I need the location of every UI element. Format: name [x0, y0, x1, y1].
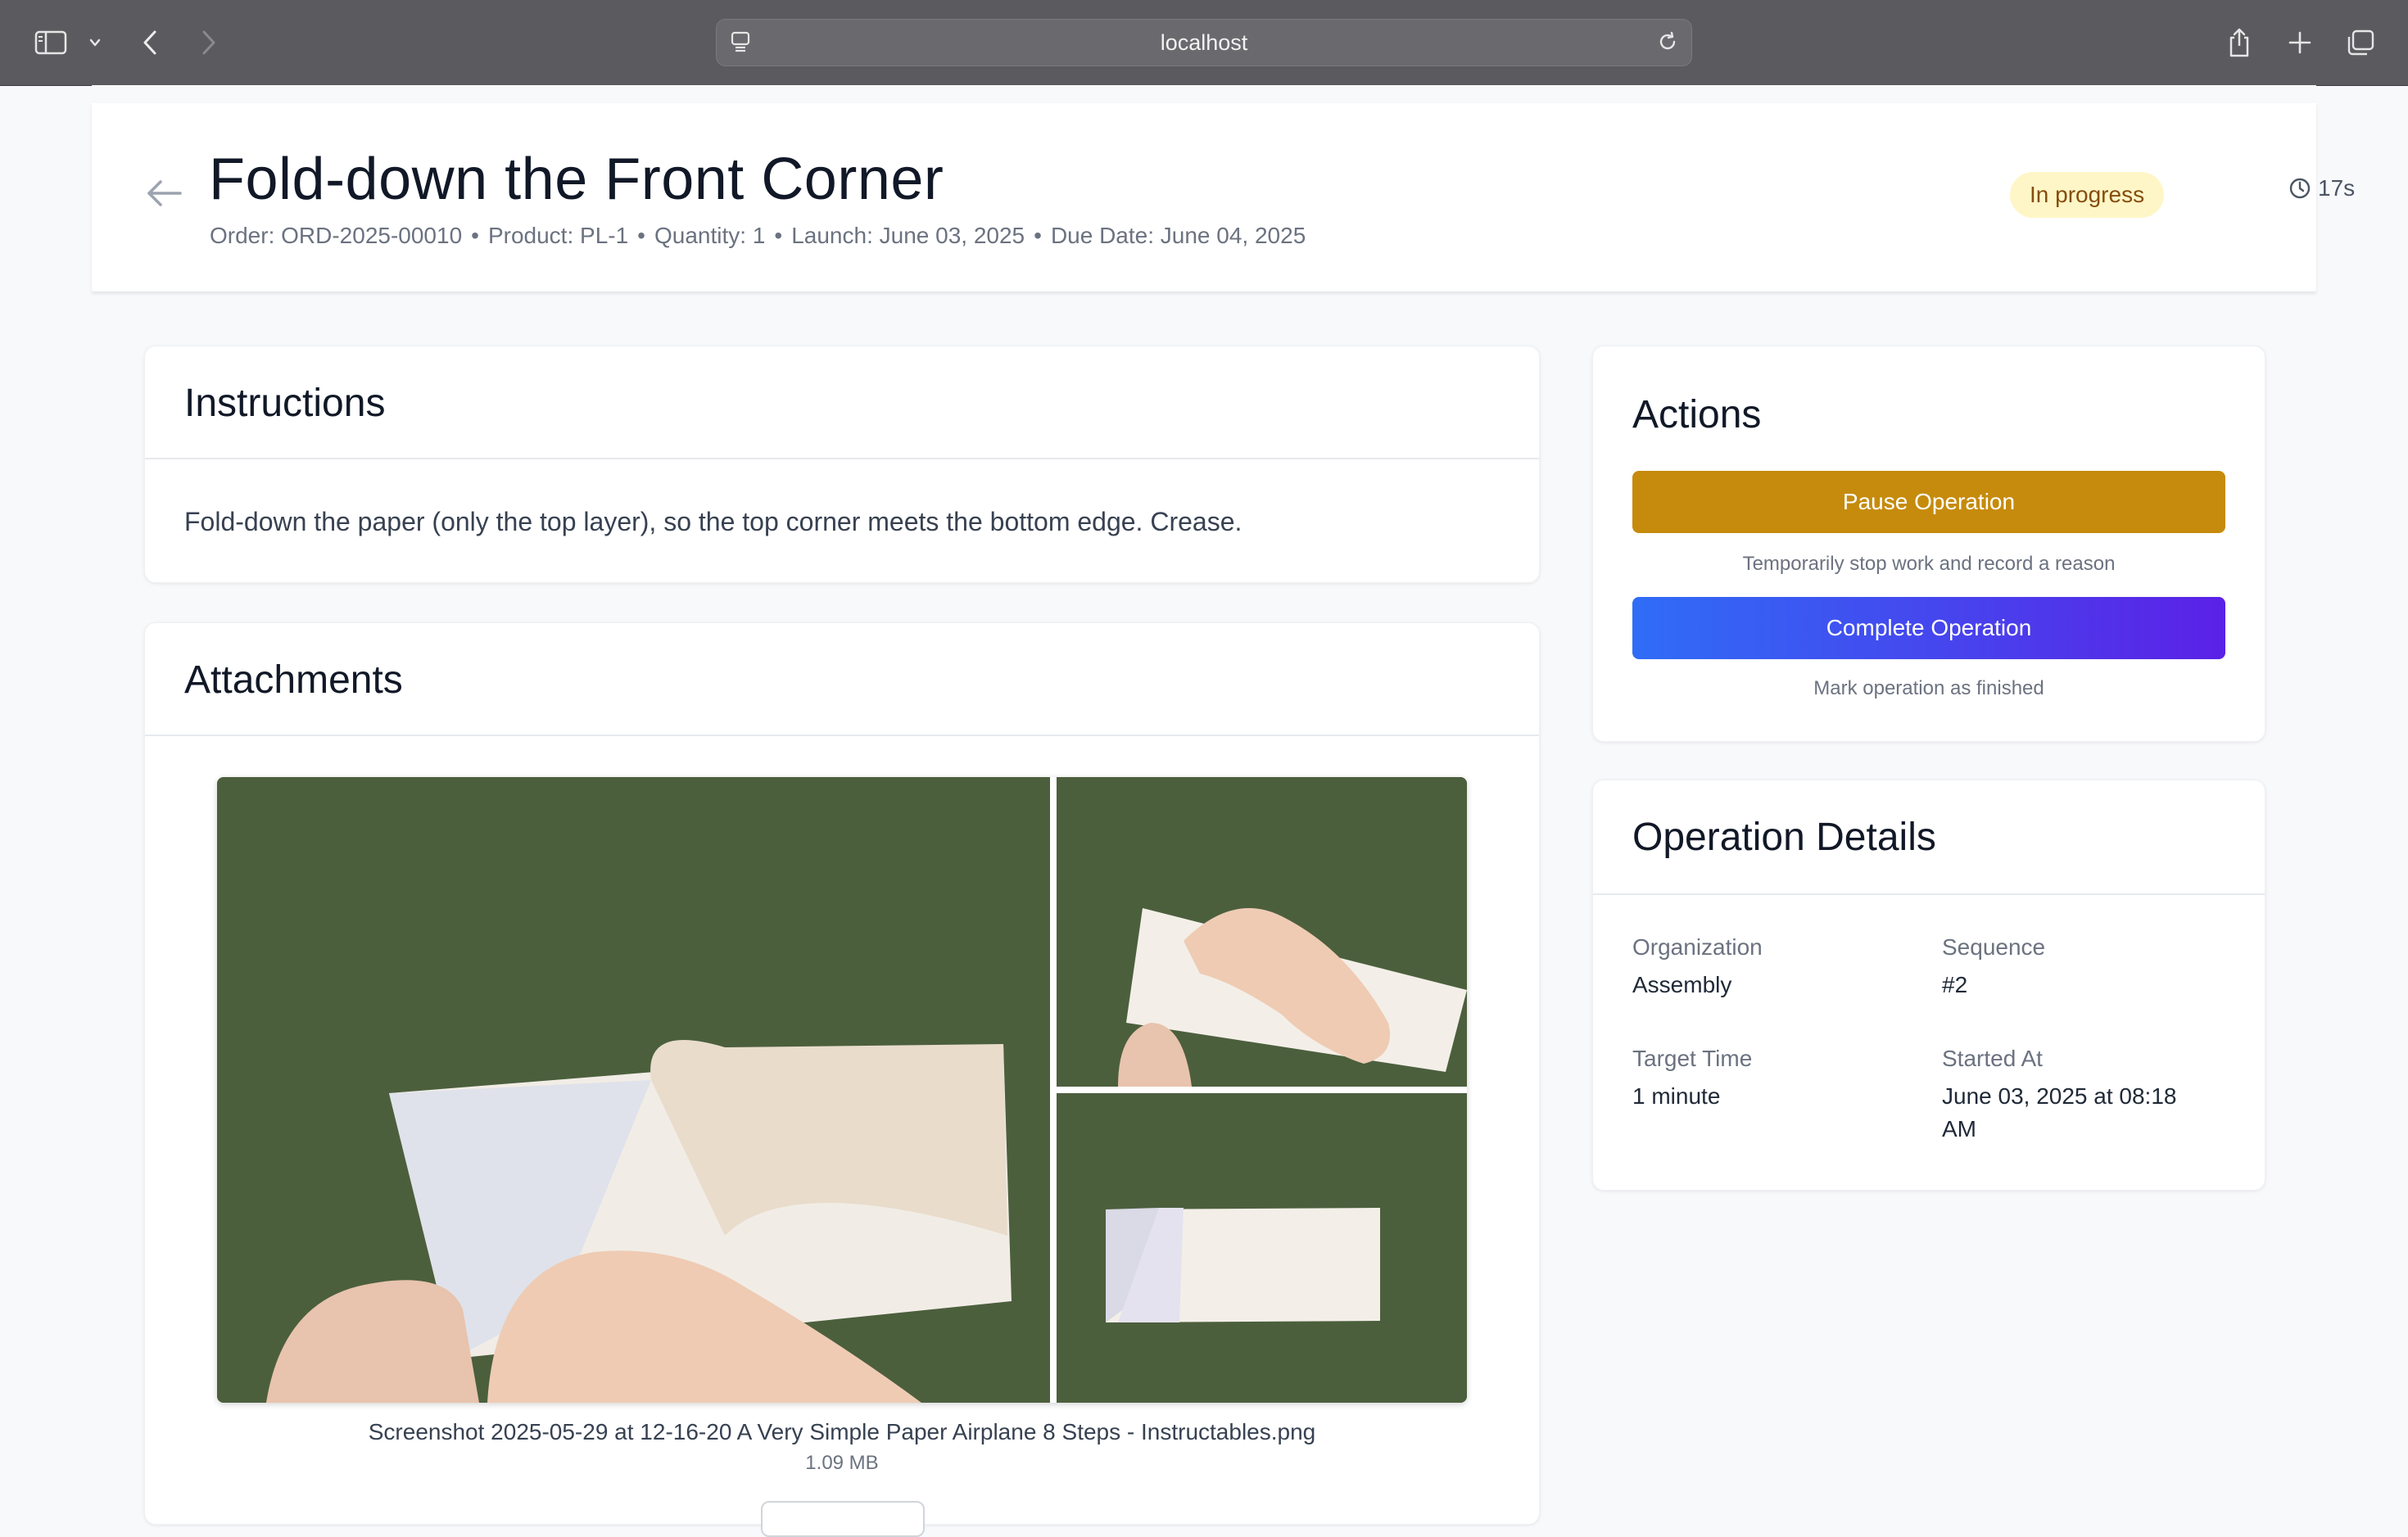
operation-details-card: Operation Details Organization Assembly … — [1592, 780, 2265, 1191]
meta-separator: • — [774, 223, 783, 248]
share-icon[interactable] — [2218, 21, 2261, 64]
actions-card: Actions Pause Operation Temporarily stop… — [1592, 346, 2265, 742]
pause-operation-button[interactable]: Pause Operation — [1632, 471, 2225, 533]
pause-hint: Temporarily stop work and record a reaso… — [1742, 553, 2116, 575]
page-title: Fold-down the Front Corner — [209, 147, 944, 212]
page-menu-icon[interactable] — [728, 29, 753, 58]
operation-details-title: Operation Details — [1632, 816, 1936, 859]
meta-separator: • — [1034, 223, 1042, 248]
clock-icon — [2289, 178, 2311, 199]
organization-value: Assembly — [1632, 972, 1732, 997]
new-tab-icon[interactable] — [2279, 21, 2321, 64]
sequence-value: #2 — [1942, 972, 1968, 997]
attachment-image[interactable] — [217, 777, 1467, 1403]
sequence-label: Sequence — [1942, 934, 2046, 960]
instructions-header: Instructions — [145, 346, 1539, 459]
product-code: Product: PL-1 — [487, 223, 629, 248]
meta-separator: • — [637, 223, 645, 248]
status-badge: In progress — [2010, 172, 2165, 218]
meta-separator: • — [471, 223, 479, 248]
actions-title: Actions — [1632, 393, 1762, 436]
started-at-value: June 03, 2025 at 08:18 — [1942, 1083, 2177, 1109]
target-time-value: 1 minute — [1632, 1083, 1721, 1109]
due-date: Due Date: June 04, 2025 — [1050, 223, 1306, 248]
elapsed-timer: 17s — [2288, 175, 2355, 201]
attachments-card: Attachments Screenshot 2025-05-29 at 12-… — [144, 622, 1540, 1537]
order-meta: Order: ORD-2025-00010 • Product: PL-1 • … — [210, 223, 1306, 249]
complete-hint: Mark operation as finished — [1813, 677, 2044, 699]
order-number: Order: ORD-2025-00010 — [210, 223, 463, 248]
chevron-down-icon[interactable] — [74, 21, 116, 64]
instructions-card: Instructions Fold-down the paper (only t… — [144, 346, 1540, 583]
organization-label: Organization — [1632, 934, 1763, 960]
url-text: localhost — [1160, 29, 1248, 55]
sidebar-icon[interactable] — [29, 21, 72, 64]
target-time-label: Target Time — [1632, 1046, 1753, 1071]
attachments-header: Attachments — [145, 623, 1539, 736]
browser-toolbar: localhost — [0, 0, 2408, 86]
address-bar[interactable]: localhost — [716, 19, 1692, 66]
elapsed-time: 17s — [2318, 175, 2356, 201]
reload-icon[interactable] — [1655, 29, 1680, 58]
launch-date: Launch: June 03, 2025 — [791, 223, 1025, 248]
instructions-title: Instructions — [184, 382, 386, 425]
attachment-file-size: 1.09 MB — [805, 1452, 879, 1474]
attachments-title: Attachments — [184, 658, 403, 702]
instructions-text: Fold-down the paper (only the top layer)… — [184, 507, 1242, 536]
started-at-value-cont: AM — [1942, 1116, 1976, 1141]
back-icon[interactable] — [129, 21, 172, 64]
attachment-file-name[interactable]: Screenshot 2025-05-29 at 12-16-20 A Very… — [145, 1419, 1539, 1445]
back-arrow-icon[interactable] — [144, 177, 183, 214]
quantity: Quantity: 1 — [654, 223, 766, 248]
operation-details-header: Operation Details — [1593, 780, 2265, 895]
complete-operation-button[interactable]: Complete Operation — [1632, 597, 2225, 659]
started-at-label: Started At — [1942, 1046, 2043, 1071]
forward-icon[interactable] — [187, 21, 229, 64]
operation-header: Fold-down the Front Corner Order: ORD-20… — [92, 103, 2355, 292]
tabs-overview-icon[interactable] — [2339, 21, 2382, 64]
